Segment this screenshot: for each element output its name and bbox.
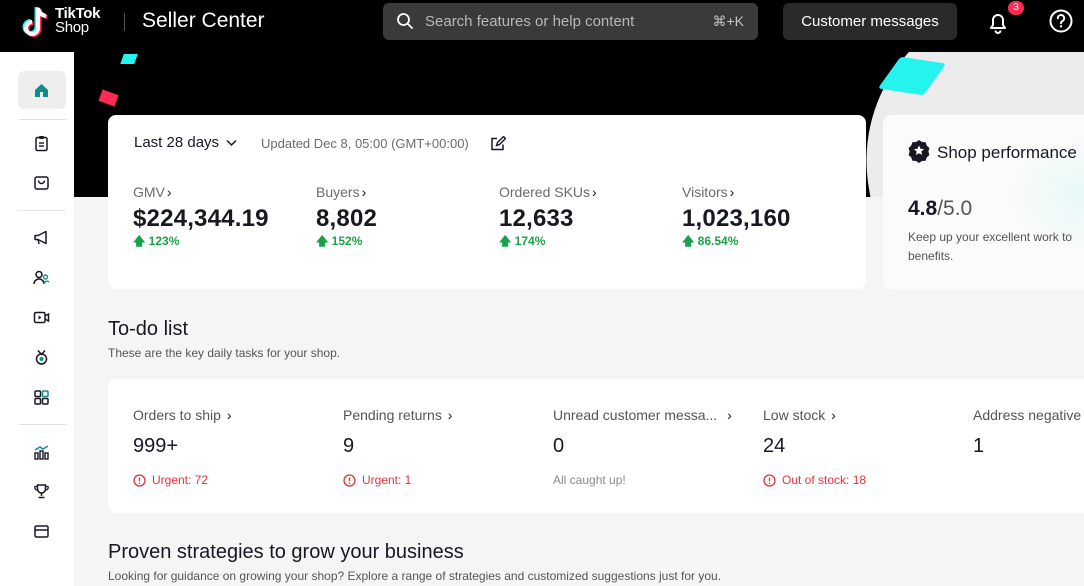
metric-gmv[interactable]: GMV › $224,344.19 🡅 123% [133,183,303,253]
strategies-subtitle: Looking for guidance on growing your sho… [108,569,722,583]
sidebar-item-marketing[interactable] [18,218,66,256]
metric-change: 🡅 86.54% [682,234,739,248]
sidebar-item-rewards[interactable] [18,472,66,510]
notification-badge: 3 [1006,0,1026,17]
metric-change: 🡅 123% [133,234,180,248]
sidebar-item-live[interactable] [18,298,66,336]
home-icon [35,84,48,97]
task-value: 999+ [133,435,179,457]
analytics-icon [34,445,49,460]
task-note: Urgent: 72 [133,472,333,488]
top-bar: TikTok Shop Seller Center ⌘+K Customer m… [0,0,1084,52]
logo-wordmark: TikTok Shop [55,6,100,36]
search-shortcut: ⌘+K [712,13,744,29]
edit-icon[interactable] [490,136,506,152]
metric-label: GMV › [133,184,172,200]
task-label: Unread customer messa... › [553,407,732,423]
task-value: 9 [343,435,355,457]
task-unread-messages[interactable]: Unread customer messa... › 0 All caught … [553,406,753,488]
sidebar-divider [18,424,66,425]
chevron-down-icon[interactable] [226,139,237,147]
task-label: Low stock › [763,407,836,423]
box-icon [34,176,49,190]
task-orders-to-ship[interactable]: Orders to ship › 999+ Urgent: 72 [133,406,333,488]
alert-icon [133,473,146,487]
metric-label: Ordered SKUs › [499,184,597,200]
metric-change: 🡅 174% [499,234,546,248]
shop-performance-card[interactable]: Shop performance 4.8/5.0 Keep up your ex… [883,115,1084,289]
metric-label: Buyers › [316,184,367,200]
strategies-title: Proven strategies to grow your business [108,541,464,563]
shop-performance-title: Shop performance [937,143,1077,162]
metric-ordered-skus[interactable]: Ordered SKUs › 12,633 🡅 174% [499,183,669,253]
sidebar-item-finance[interactable] [18,512,66,550]
sidebar [0,52,74,586]
task-label: Address negative [973,407,1082,423]
megaphone-icon [34,230,47,245]
task-label: Pending returns › [343,407,453,423]
todo-title: To-do list [108,318,189,340]
todo-card: Orders to ship › 999+ Urgent: 72 Pending… [108,379,1084,513]
metric-label: Visitors › [682,184,735,200]
metric-buyers[interactable]: Buyers › 8,802 🡅 152% [316,183,486,253]
shop-performance-description: Keep up your excellent work to benefits. [908,230,1073,263]
task-low-stock[interactable]: Low stock › 24 Out of stock: 18 [763,406,963,488]
logo-line-2: Shop [55,19,89,36]
task-value: 24 [763,435,786,457]
tiktok-logo-icon [22,6,48,37]
task-value: 0 [553,435,565,457]
sidebar-item-home[interactable] [18,71,66,109]
tiktok-shop-logo[interactable]: TikTok Shop [22,6,122,44]
card-icon [34,525,49,538]
task-pending-returns[interactable]: Pending returns › 9 Urgent: 1 [343,406,543,488]
help-icon[interactable] [1048,8,1074,34]
badge-star-icon [908,140,930,163]
sidebar-divider [18,210,66,211]
confetti-red [98,89,119,107]
customer-messages-button[interactable]: Customer messages [783,3,957,40]
users-icon [33,270,50,285]
apps-icon [34,390,49,405]
task-note: All caught up! [553,473,626,487]
task-address-negative[interactable]: Address negative 1 [973,406,1084,458]
medal-icon [35,350,48,365]
search-icon [397,13,413,29]
alert-icon [763,473,776,487]
search-box[interactable]: ⌘+K [383,3,758,40]
metric-visitors[interactable]: Visitors › 1,023,160 🡅 86.54% [682,183,852,253]
sidebar-divider [18,119,66,120]
sidebar-item-apps[interactable] [18,378,66,416]
metric-value: 12,633 [499,205,574,232]
updated-timestamp: Updated Dec 8, 05:00 (GMT+00:00) [261,136,469,151]
metric-value: $224,344.19 [133,205,269,232]
task-note: Urgent: 1 [343,472,543,488]
shop-score: 4.8/5.0 [908,197,973,220]
sidebar-item-analytics[interactable] [18,433,66,471]
clipboard-icon [35,136,48,152]
video-icon [33,311,50,324]
stats-card: Last 28 days Updated Dec 8, 05:00 (GMT+0… [108,115,866,289]
task-value: 1 [973,435,985,457]
sidebar-item-growth[interactable] [18,338,66,376]
date-range-select[interactable]: Last 28 days [134,134,219,151]
task-note: Out of stock: 18 [763,472,963,488]
metric-change: 🡅 152% [316,234,363,248]
alert-icon [343,473,356,487]
task-label: Orders to ship › [133,407,232,423]
header-divider [124,13,125,31]
sidebar-item-products[interactable] [18,163,66,201]
app-title: Seller Center [142,9,265,32]
sidebar-item-orders[interactable] [18,124,66,162]
confetti-cyan [120,54,138,64]
todo-subtitle: These are the key daily tasks for your s… [108,346,341,360]
sidebar-item-affiliates[interactable] [18,258,66,296]
metric-value: 8,802 [316,205,378,232]
metric-value: 1,023,160 [682,205,791,232]
trophy-icon [34,484,49,499]
search-input[interactable] [425,3,705,40]
